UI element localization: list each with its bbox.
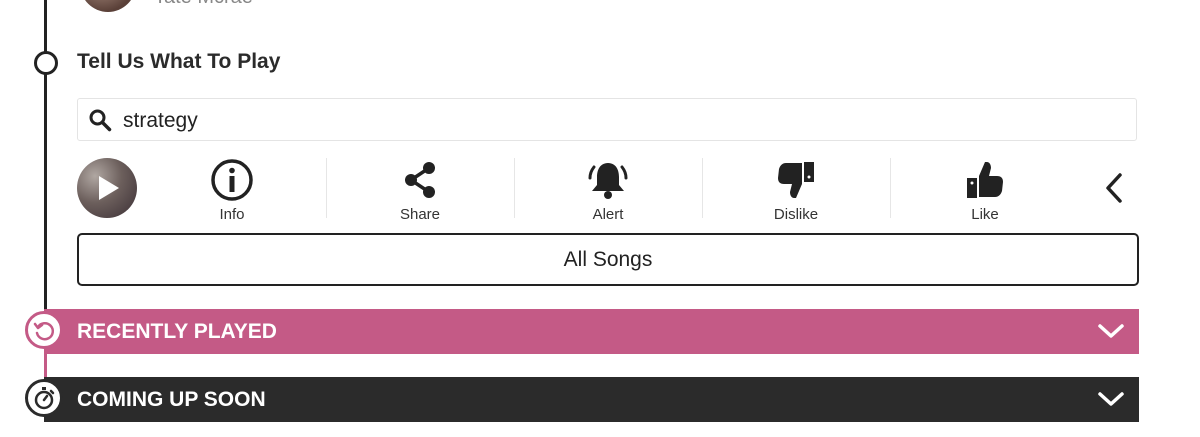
song-play-thumbnail[interactable] [77,158,137,218]
timeline-node [34,51,58,75]
timeline-line-segment [44,352,47,378]
chevron-left-icon[interactable] [1100,170,1130,206]
recently-played-label: RECENTLY PLAYED [77,320,277,343]
action-divider [702,158,703,218]
like-label: Like [971,206,999,223]
thumbs-down-icon [778,162,814,198]
thumbs-up-icon [967,162,1003,198]
share-button[interactable]: Share [380,158,460,223]
dislike-label: Dislike [773,206,819,223]
share-icon [405,162,435,198]
recently-played-header[interactable]: RECENTLY PLAYED [44,309,1139,354]
chevron-down-icon [1098,324,1124,338]
coming-up-soon-header[interactable]: COMING UP SOON [44,377,1139,422]
previous-song-avatar[interactable] [80,0,136,12]
alert-button[interactable]: Alert [568,158,648,223]
section-title: Tell Us What To Play [77,50,281,73]
action-divider [326,158,327,218]
all-songs-button[interactable]: All Songs [77,233,1139,286]
search-icon [89,109,112,132]
share-label: Share [399,206,441,223]
alert-label: Alert [592,206,624,223]
info-button[interactable]: Info [192,158,272,223]
previous-song-title[interactable]: Tate Mcrae [154,0,253,9]
coming-up-soon-label: COMING UP SOON [77,388,266,411]
info-label: Info [219,206,245,223]
stopwatch-icon [25,379,63,417]
bell-icon [588,163,628,199]
play-icon [99,176,119,200]
info-icon [211,159,253,201]
action-divider [890,158,891,218]
dislike-button[interactable]: Dislike [756,158,836,223]
like-button[interactable]: Like [945,158,1025,223]
timeline-line [44,0,47,310]
search-input[interactable] [123,106,1103,136]
history-icon [25,311,63,349]
action-divider [514,158,515,218]
chevron-down-icon [1098,392,1124,406]
